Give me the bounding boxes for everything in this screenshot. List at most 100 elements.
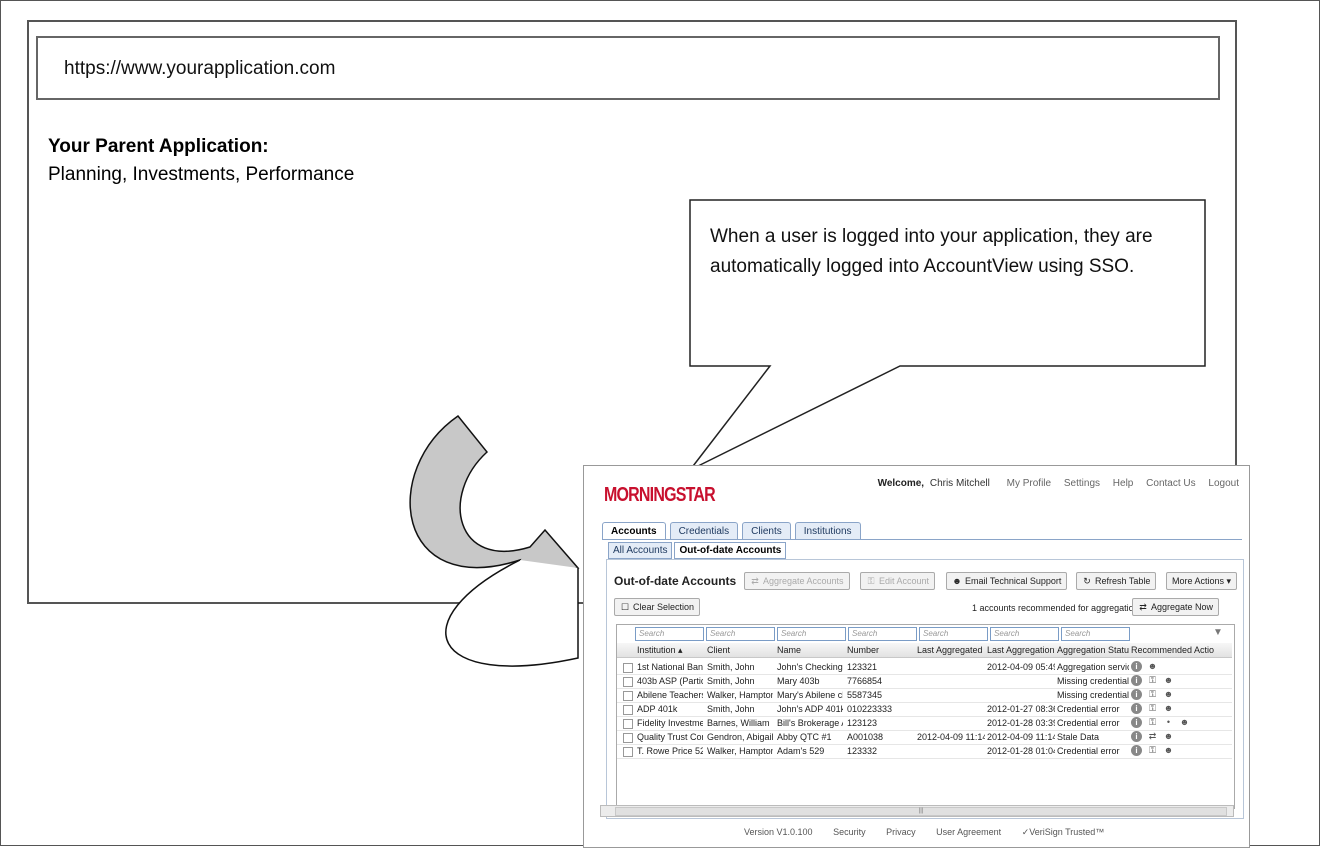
subtab-out-of-date-accounts[interactable]: Out-of-date Accounts — [674, 542, 787, 559]
more-actions-label: More Actions — [1172, 576, 1225, 586]
clear-selection-button[interactable]: ☐ Clear Selection — [614, 598, 701, 616]
cell-number: 123321 — [847, 662, 878, 672]
footer-version: Version V1.0.100 — [744, 827, 813, 837]
key-icon[interactable]: ⚿ — [1147, 745, 1158, 756]
info-icon[interactable]: i — [1131, 661, 1142, 672]
cell-name: John's Checking A — [777, 662, 843, 672]
aggregate-now-button[interactable]: ⇄ Aggregate Now — [1132, 598, 1220, 616]
more-actions-dropdown[interactable]: More Actions ▾ — [1166, 572, 1238, 590]
cell-status: Credential error — [1057, 718, 1120, 728]
link-help[interactable]: Help — [1113, 478, 1134, 489]
row-checkbox[interactable] — [623, 733, 633, 743]
cell-last-aggregation: 2012-01-28 01:04 — [987, 746, 1055, 756]
table-row[interactable]: ADP 401k Smith, John John's ADP 401k 010223… — [617, 702, 1232, 717]
info-icon[interactable]: i — [1131, 717, 1142, 728]
cell-number: 123332 — [847, 746, 878, 756]
search-last-aggregated[interactable]: Search — [919, 627, 988, 641]
person-icon[interactable]: ☻ — [1163, 745, 1174, 756]
key-icon[interactable]: ⚿ — [1147, 689, 1158, 700]
cell-client: Walker, Hampton — [707, 690, 773, 700]
cell-status: Missing credential — [1057, 676, 1129, 686]
tab-institutions[interactable]: Institutions — [794, 522, 861, 540]
table-row[interactable]: Fidelity Investmen Barnes, William Bill's … — [617, 716, 1232, 731]
info-icon[interactable]: i — [1131, 703, 1142, 714]
col-number[interactable]: Number — [847, 645, 913, 655]
person-icon[interactable]: ☻ — [1163, 689, 1174, 700]
footer-security[interactable]: Security — [833, 827, 866, 837]
col-last-aggregated[interactable]: Last Aggregated — [917, 645, 985, 655]
search-number[interactable]: Search — [848, 627, 917, 641]
recommended-actions: i ⚿ ☻ — [1131, 745, 1179, 756]
link-my-profile[interactable]: My Profile — [1007, 478, 1051, 489]
info-icon[interactable]: i — [1131, 745, 1142, 756]
col-recommended-actions[interactable]: Recommended Actio — [1131, 645, 1217, 655]
link-contact-us[interactable]: Contact Us — [1146, 478, 1195, 489]
col-aggregation-status[interactable]: Aggregation Status — [1057, 645, 1129, 655]
col-client[interactable]: Client — [707, 645, 773, 655]
callout-text: When a user is logged into your applicat… — [710, 226, 1153, 277]
row-checkbox[interactable] — [623, 747, 633, 757]
row-checkbox[interactable] — [623, 719, 633, 729]
cell-institution: 1st National Bank — [637, 662, 703, 672]
table-row[interactable]: 403b ASP (Particip Smith, John Mary 403b 77… — [617, 674, 1232, 689]
link-settings[interactable]: Settings — [1064, 478, 1100, 489]
person-icon[interactable]: ☻ — [1179, 717, 1190, 728]
row-checkbox[interactable] — [623, 691, 633, 701]
aggregate-icon[interactable]: ⇄ — [1147, 731, 1158, 742]
row-checkbox[interactable] — [623, 705, 633, 715]
key-icon[interactable]: ⚿ — [1147, 675, 1158, 686]
info-icon[interactable]: i — [1131, 731, 1142, 742]
cell-number: A001038 — [847, 732, 884, 742]
aggregate-icon: ⇄ — [1139, 602, 1147, 612]
search-last-aggregation[interactable]: Search — [990, 627, 1059, 641]
cell-name: John's ADP 401k — [777, 704, 843, 714]
subtab-all-accounts[interactable]: All Accounts — [608, 542, 673, 559]
table-row[interactable]: Abilene Teachers Walker, Hampton Mary's Ab… — [617, 688, 1232, 703]
search-name[interactable]: Search — [777, 627, 846, 641]
col-name[interactable]: Name — [777, 645, 843, 655]
caret-down-icon: ▾ — [1226, 576, 1232, 586]
footer-privacy[interactable]: Privacy — [886, 827, 916, 837]
person-icon[interactable]: ☻ — [1147, 661, 1158, 672]
aggregate-accounts-button[interactable]: ⇄ Aggregate Accounts — [744, 572, 850, 590]
cell-last-aggregated: 2012-04-09 11:14 — [917, 732, 985, 742]
key-icon[interactable]: ⚿ — [1147, 717, 1158, 728]
tab-clients[interactable]: Clients — [742, 522, 791, 540]
cell-client: Barnes, William — [707, 718, 770, 728]
checkbox-icon: ☐ — [620, 602, 630, 612]
edit-account-button[interactable]: ⚿ Edit Account — [860, 572, 936, 590]
curved-arrow-icon — [409, 414, 580, 579]
filter-icon[interactable]: ▼ — [1213, 627, 1223, 638]
aggregate-now-label: Aggregate Now — [1151, 602, 1214, 612]
tab-credentials[interactable]: Credentials — [669, 522, 739, 540]
person-small-icon[interactable]: • — [1163, 717, 1174, 728]
info-icon[interactable]: i — [1131, 675, 1142, 686]
cell-status: Missing credential — [1057, 690, 1129, 700]
search-client[interactable]: Search — [706, 627, 775, 641]
person-icon[interactable]: ☻ — [1163, 703, 1174, 714]
footer-user-agreement[interactable]: User Agreement — [936, 827, 1001, 837]
info-icon[interactable]: i — [1131, 689, 1142, 700]
sub-tabs: All Accounts Out-of-date Accounts — [608, 542, 788, 559]
row-checkbox[interactable] — [623, 677, 633, 687]
welcome-label: Welcome, — [877, 478, 925, 489]
link-logout[interactable]: Logout — [1208, 478, 1239, 489]
tab-accounts[interactable]: Accounts — [602, 522, 666, 540]
search-institution[interactable]: Search — [635, 627, 704, 641]
email-technical-support-button[interactable]: ☻ Email Technical Support — [946, 572, 1068, 590]
cell-institution: T. Rowe Price 529 — [637, 746, 703, 756]
person-icon[interactable]: ☻ — [1163, 675, 1174, 686]
table-row[interactable]: T. Rowe Price 529 Walker, Hampton Adam's 5… — [617, 744, 1232, 759]
horizontal-scrollbar[interactable]: ||| — [600, 805, 1234, 817]
search-status[interactable]: Search — [1061, 627, 1130, 641]
table-row[interactable]: Quality Trust Com Gendron, Abigail Abby QT… — [617, 730, 1232, 745]
table-row[interactable]: 1st National Bank Smith, John John's Check… — [617, 660, 1232, 675]
cell-client: Smith, John — [707, 662, 755, 672]
scrollbar-thumb[interactable]: ||| — [615, 807, 1227, 816]
key-icon[interactable]: ⚿ — [1147, 703, 1158, 714]
row-checkbox[interactable] — [623, 663, 633, 673]
refresh-table-button[interactable]: ↻ Refresh Table — [1076, 572, 1157, 590]
col-last-aggregation[interactable]: Last Aggregation — [987, 645, 1055, 655]
person-icon[interactable]: ☻ — [1163, 731, 1174, 742]
col-institution[interactable]: Institution ▴ — [637, 645, 703, 656]
